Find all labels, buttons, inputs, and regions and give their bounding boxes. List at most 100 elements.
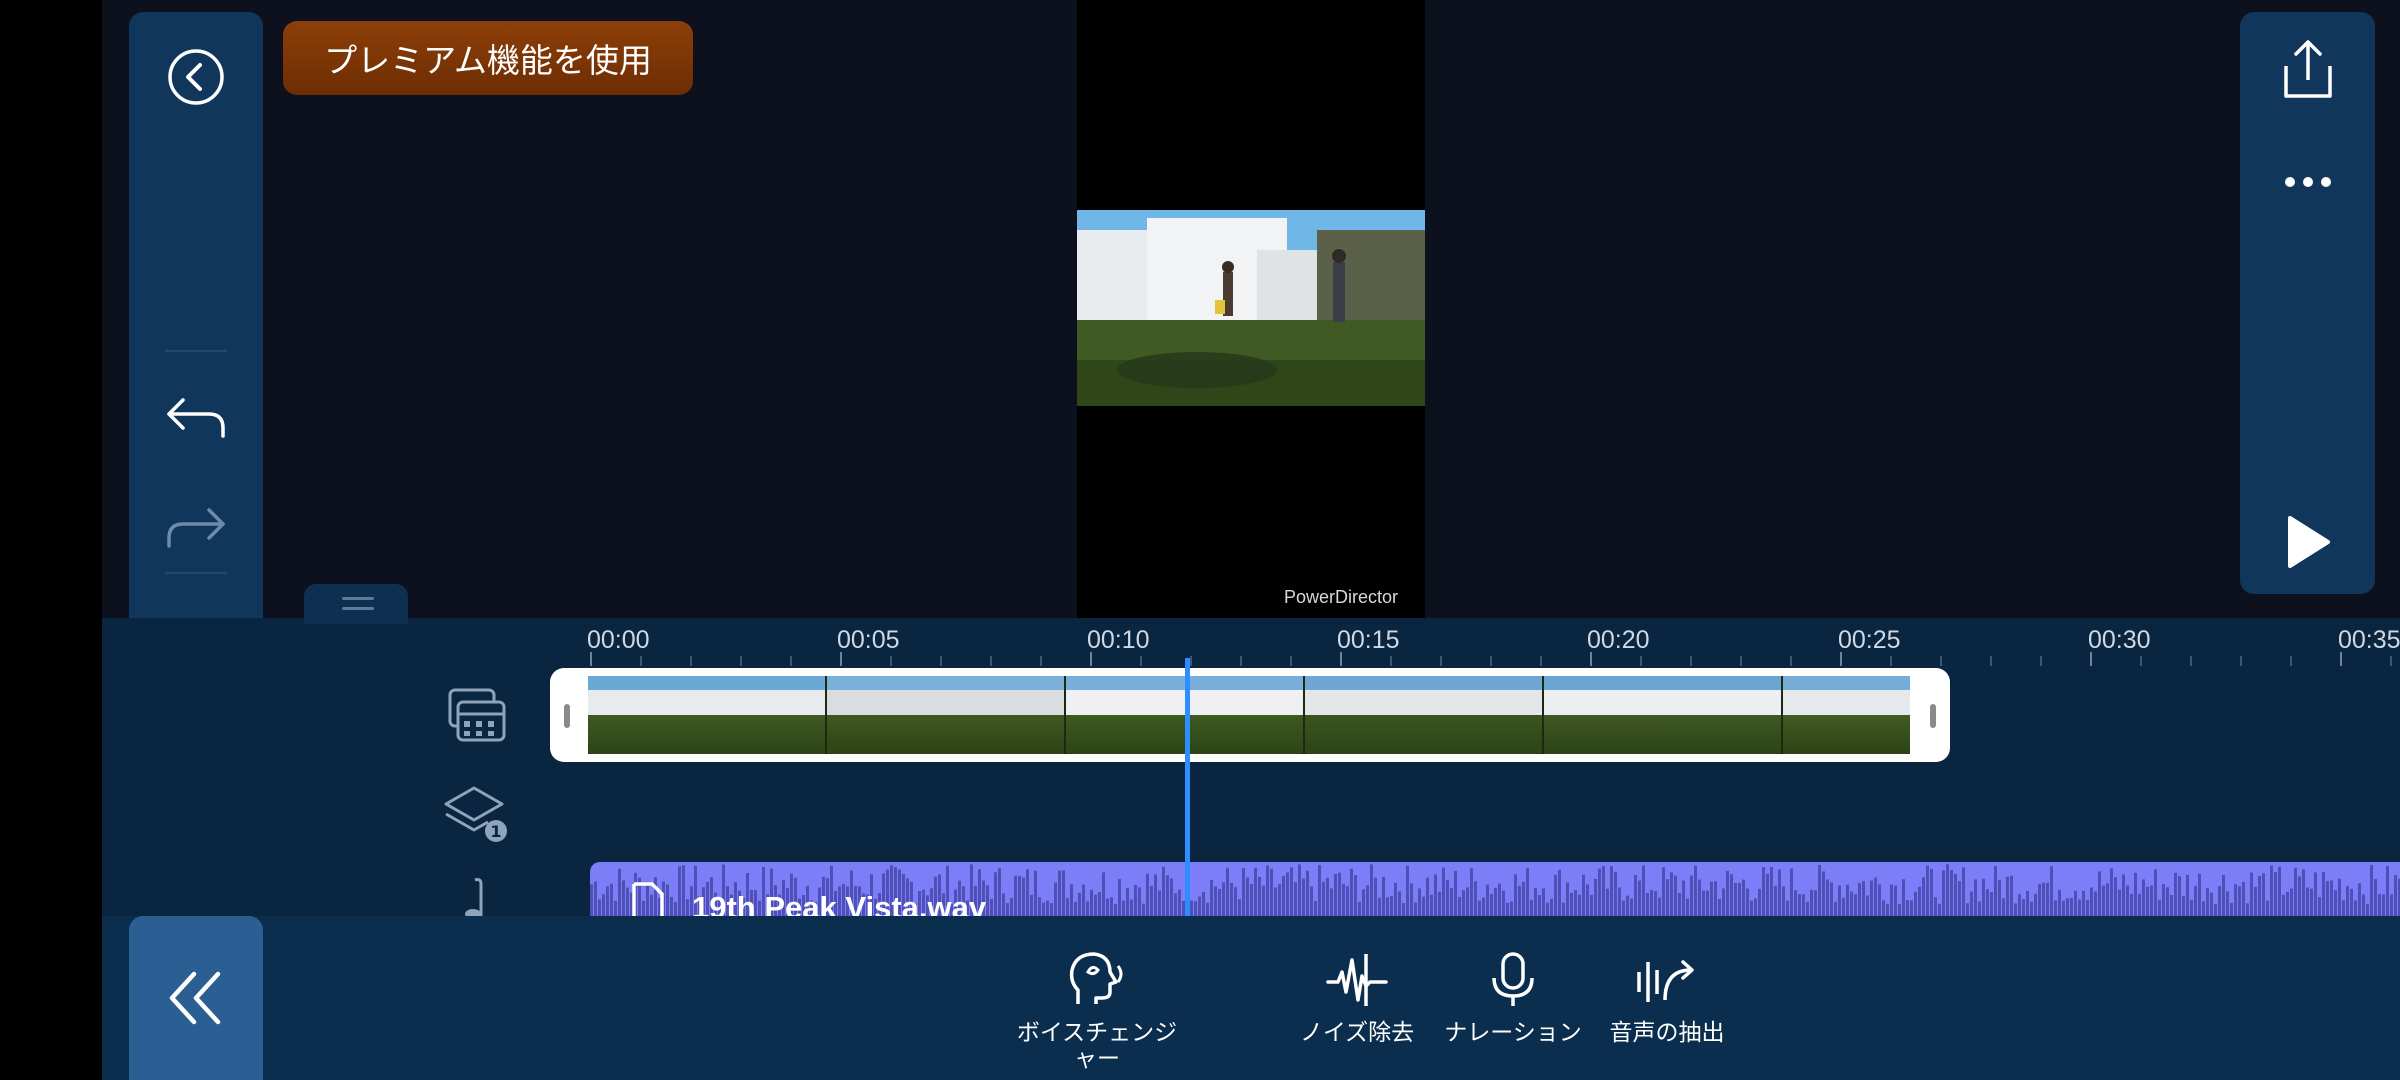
preview-frame [1077,210,1425,406]
voice-changer-button[interactable]: ボイスチェンジャー [1012,950,1182,1072]
microphone-icon [1492,952,1534,1006]
ruler-tick [1490,656,1492,666]
voice-changer-icon [1069,952,1123,1004]
editor-app: プレミアム機能を使用 PowerDirector 00:00 00:05 00:… [102,0,2400,1080]
ruler-tick [2190,656,2192,666]
narration-button[interactable]: ナレーション [1438,950,1588,1046]
ruler-tick [1790,656,1792,666]
ruler-tick [740,656,742,666]
ruler-tick [1640,656,1642,666]
undo-button[interactable] [129,382,263,452]
ruler-tick [1140,656,1142,666]
ruler-tick [1890,656,1892,666]
play-button[interactable] [2240,510,2375,574]
ruler-tick [1590,652,1592,666]
export-button[interactable] [2240,30,2375,110]
noise-removal-label: ノイズ除去 [1299,1020,1415,1046]
audio-clip-title: 19th Peak Vista.wav [692,890,987,916]
back-circle-icon [168,49,224,105]
ruler-label: 00:00 [587,626,650,654]
extract-audio-button[interactable]: 音声の抽出 [1602,950,1732,1046]
clip-thumbnail [1305,676,1544,754]
voice-changer-label: ボイスチェンジャー [1016,1020,1178,1072]
ruler-tick [2140,656,2142,666]
ruler-label: 00:15 [1337,626,1400,654]
ruler-tick [1340,652,1342,666]
ruler-label: 00:35 [2338,626,2400,654]
ruler-tick [940,656,942,666]
ruler-label: 00:20 [1587,626,1650,654]
ruler-tick [1090,652,1092,666]
back-button[interactable] [129,42,263,112]
ruler-tick [2390,656,2392,666]
ruler-tick [2240,656,2242,666]
redo-button[interactable] [129,492,263,562]
narration-label: ナレーション [1444,1020,1582,1046]
ruler-tick [840,652,842,666]
ruler-tick [2090,652,2092,666]
noise-removal-button[interactable]: ノイズ除去 [1292,950,1422,1046]
video-track-button[interactable] [442,686,512,744]
premium-feature-button[interactable]: プレミアム機能を使用 [283,21,693,95]
double-chevron-left-icon [169,971,221,1025]
watermark: PowerDirector [1284,587,1399,607]
bottom-toolbar [102,916,2400,1080]
more-button[interactable] [2240,162,2375,202]
clip-thumbnail [1783,676,1910,754]
ruler-label: 00:10 [1087,626,1150,654]
ruler-tick [1440,656,1442,666]
panel-resize-handle[interactable] [304,584,408,624]
ruler-tick [1290,656,1292,666]
audio-clip[interactable]: 19th Peak Vista.wav [590,862,2400,916]
undo-icon [167,398,225,438]
clip-trim-handle-left[interactable] [564,704,570,728]
collapse-toolbar-button[interactable] [129,916,263,1080]
ruler-tick [1840,652,1842,666]
overlay-count-badge: 1 [490,822,501,841]
play-icon [2287,516,2330,568]
ruler-tick [640,656,642,666]
clip-thumbnails [588,676,1910,754]
extract-audio-icon [1637,960,1694,1002]
divider [165,572,227,574]
ruler-tick [1540,656,1542,666]
clip-thumbnail [588,676,827,754]
ruler-tick [990,656,992,666]
right-panel [2240,12,2375,594]
overlay-track-button[interactable]: 1 [442,784,512,844]
clip-trim-handle-right[interactable] [1930,704,1936,728]
video-clip[interactable] [550,668,1950,762]
ruler-tick [1240,656,1242,666]
more-icon [2284,177,2331,187]
ruler-tick [1390,656,1392,666]
ruler-tick [1740,656,1742,666]
ruler-tick [1190,656,1192,666]
noise-waveform-icon [1326,954,1388,1006]
playhead[interactable] [1185,658,1190,916]
extract-audio-label: 音声の抽出 [1609,1020,1725,1046]
export-icon [2283,40,2332,98]
ruler-tick [1690,656,1692,666]
ruler-tick [1940,656,1942,666]
ruler-label: 00:25 [1838,626,1901,654]
ruler-tick [1990,656,1992,666]
video-track-icon [448,688,506,742]
layers-icon: 1 [444,786,507,842]
ruler-tick [2040,656,2042,666]
ruler-label: 00:30 [2088,626,2151,654]
ruler-tick [2290,656,2292,666]
ruler-tick [2340,652,2342,666]
ruler-tick [590,652,592,666]
divider [165,350,227,352]
ruler-tick [690,656,692,666]
ruler-tick [890,656,892,666]
ruler-tick [790,656,792,666]
clip-thumbnail [1544,676,1783,754]
redo-icon [167,508,225,548]
ruler-tick [1040,656,1042,666]
audio-track-button[interactable] [442,878,512,916]
audio-file-icon [632,882,664,916]
music-note-icon [465,878,483,916]
clip-thumbnail [827,676,1066,754]
ruler-label: 00:05 [837,626,900,654]
